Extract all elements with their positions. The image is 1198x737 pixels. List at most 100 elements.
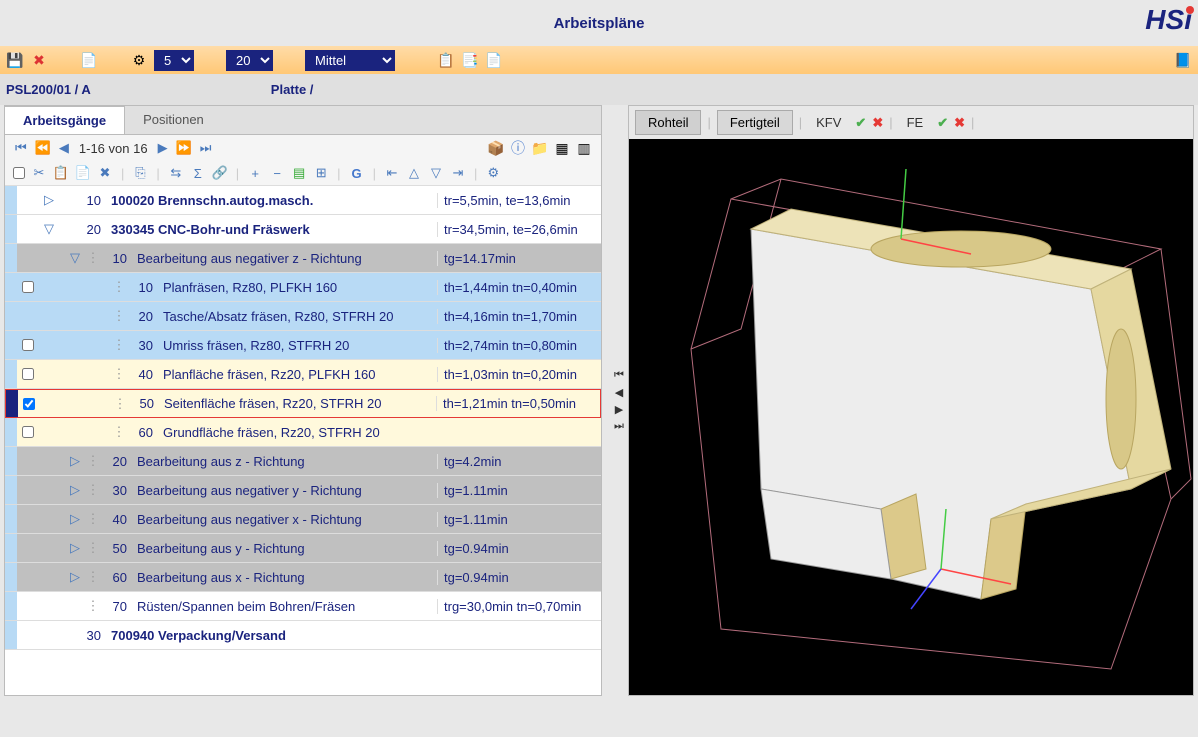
select-size[interactable]: Mittel: [305, 50, 395, 71]
table-row[interactable]: ▽20330345 CNC-Bohr-und Fräswerktr=34,5mi…: [5, 215, 601, 244]
row-menu-icon[interactable]: ⋮: [111, 337, 127, 353]
panel-last-icon[interactable]: ⏭: [614, 420, 624, 433]
table-row[interactable]: ⋮50Seitenfläche fräsen, Rz20, STFRH 20th…: [5, 389, 601, 418]
row-menu-icon[interactable]: ⋮: [85, 482, 101, 498]
table-row[interactable]: ▽⋮10Bearbeitung aus negativer z - Richtu…: [5, 244, 601, 273]
copy-icon[interactable]: 📋: [53, 165, 69, 181]
info-icon[interactable]: ⓘ: [509, 139, 527, 157]
list-icon[interactable]: ▤: [291, 165, 307, 181]
expand-icon[interactable]: ▷: [65, 511, 85, 527]
cube-icon[interactable]: 📦: [487, 139, 505, 157]
save-icon[interactable]: 💾: [6, 51, 24, 69]
row-menu-icon[interactable]: ⋮: [111, 366, 127, 382]
expand-icon[interactable]: ▽: [65, 250, 85, 266]
cut-icon[interactable]: ✂: [31, 165, 47, 181]
up-icon[interactable]: △: [406, 165, 422, 181]
table-row[interactable]: 30700940 Verpackung/Versand: [5, 621, 601, 650]
select-count2[interactable]: 20: [226, 50, 273, 71]
table-row[interactable]: ▷⋮20Bearbeitung aus z - Richtungtg=4.2mi…: [5, 447, 601, 476]
row-checkbox[interactable]: [22, 426, 34, 438]
grid1-icon[interactable]: ▦: [553, 139, 571, 157]
action2-icon[interactable]: ⇆: [168, 165, 184, 181]
sum-icon[interactable]: Σ: [190, 165, 206, 181]
table-row[interactable]: ⋮60Grundfläche fräsen, Rz20, STFRH 20: [5, 418, 601, 447]
prev-icon[interactable]: ◀: [57, 140, 71, 156]
kfv-cross-icon[interactable]: ✖: [872, 115, 883, 131]
copy2-icon[interactable]: 📑: [461, 51, 479, 69]
tab-positions[interactable]: Positionen: [125, 106, 222, 134]
paste-icon[interactable]: 📄: [75, 165, 91, 181]
table-row[interactable]: ▷⋮30Bearbeitung aus negativer y - Richtu…: [5, 476, 601, 505]
delete-icon[interactable]: ✖: [30, 51, 48, 69]
row-menu-icon[interactable]: ⋮: [85, 511, 101, 527]
panel-first-icon[interactable]: ⏮: [614, 369, 624, 382]
fe-cross-icon[interactable]: ✖: [954, 115, 965, 131]
tab-rohteil[interactable]: Rohteil: [635, 110, 701, 135]
help-icon[interactable]: 📘: [1174, 51, 1192, 69]
fe-check-icon[interactable]: ✔: [937, 115, 948, 131]
table-row[interactable]: ▷⋮50Bearbeitung aus y - Richtungtg=0.94m…: [5, 534, 601, 563]
table-row[interactable]: ⋮10Planfräsen, Rz80, PLFKH 160th=1,44min…: [5, 273, 601, 302]
tab-operations[interactable]: Arbeitsgänge: [5, 106, 125, 134]
table-row[interactable]: ▷⋮40Bearbeitung aus negativer x - Richtu…: [5, 505, 601, 534]
row-number: 50: [128, 396, 160, 411]
row-checkbox[interactable]: [22, 368, 34, 380]
delete-row-icon[interactable]: ✖: [97, 165, 113, 181]
kfv-check-icon[interactable]: ✔: [855, 115, 866, 131]
down-icon[interactable]: ▽: [428, 165, 444, 181]
copy1-icon[interactable]: 📋: [437, 51, 455, 69]
prev-fast-icon[interactable]: ⏪: [33, 140, 53, 156]
select-count1[interactable]: 5: [154, 50, 194, 71]
panel-controls: ⏮ ◀ ▶ ⏭: [610, 105, 628, 696]
first-page-icon[interactable]: ⏮: [13, 140, 29, 156]
copy3-icon[interactable]: 📄: [485, 51, 503, 69]
select-all-checkbox[interactable]: [13, 167, 25, 179]
row-menu-icon[interactable]: ⋮: [112, 396, 128, 412]
expand-icon[interactable]: ▷: [65, 482, 85, 498]
row-menu-icon[interactable]: ⋮: [85, 540, 101, 556]
next-icon[interactable]: ▶: [156, 140, 170, 156]
row-menu-icon[interactable]: ⋮: [85, 453, 101, 469]
expand-icon[interactable]: ▷: [65, 453, 85, 469]
next-fast-icon[interactable]: ⏩: [174, 140, 194, 156]
row-menu-icon[interactable]: ⋮: [85, 569, 101, 585]
table-row[interactable]: ⋮30Umriss fräsen, Rz80, STFRH 20th=2,74m…: [5, 331, 601, 360]
plus-icon[interactable]: +: [247, 165, 263, 181]
row-menu-icon[interactable]: ⋮: [111, 308, 127, 324]
expand-icon[interactable]: ▷: [65, 569, 85, 585]
grid2-icon[interactable]: ▥: [575, 139, 593, 157]
pdf-icon[interactable]: 📄: [80, 51, 98, 69]
row-checkbox[interactable]: [22, 281, 34, 293]
row-menu-icon[interactable]: ⋮: [111, 279, 127, 295]
3d-viewport[interactable]: [629, 139, 1193, 695]
align1-icon[interactable]: ⇤: [384, 165, 400, 181]
grid-icon[interactable]: ⊞: [313, 165, 329, 181]
tools-icon[interactable]: ⚙: [130, 51, 148, 69]
action1-icon[interactable]: ⎘: [132, 165, 148, 181]
panel-prev-icon[interactable]: ◀: [615, 386, 623, 399]
table-row[interactable]: ▷10100020 Brennschn.autog.masch.tr=5,5mi…: [5, 186, 601, 215]
row-description: 330345 CNC-Bohr-und Fräswerk: [107, 222, 437, 237]
expand-icon[interactable]: ▷: [65, 540, 85, 556]
table-row[interactable]: ⋮70Rüsten/Spannen beim Bohren/Fräsentrg=…: [5, 592, 601, 621]
expand-icon[interactable]: ▷: [39, 192, 59, 208]
folder-icon[interactable]: 📁: [531, 139, 549, 157]
link-icon[interactable]: 🔗: [212, 165, 228, 181]
settings-icon[interactable]: ⚙: [485, 165, 501, 181]
table-row[interactable]: ⋮20Tasche/Absatz fräsen, Rz80, STFRH 20t…: [5, 302, 601, 331]
row-menu-icon[interactable]: ⋮: [85, 598, 101, 614]
row-checkbox[interactable]: [22, 339, 34, 351]
row-marker: [5, 215, 17, 243]
row-checkbox[interactable]: [23, 398, 35, 410]
last-page-icon[interactable]: ⏭: [198, 140, 214, 156]
minus-icon[interactable]: −: [269, 165, 285, 181]
expand-icon[interactable]: ▽: [39, 221, 59, 237]
row-menu-icon[interactable]: ⋮: [111, 424, 127, 440]
align2-icon[interactable]: ⇥: [450, 165, 466, 181]
row-menu-icon[interactable]: ⋮: [85, 250, 101, 266]
g-icon[interactable]: G: [349, 165, 365, 181]
table-row[interactable]: ⋮40Planfläche fräsen, Rz20, PLFKH 160th=…: [5, 360, 601, 389]
panel-next-icon[interactable]: ▶: [615, 403, 623, 416]
table-row[interactable]: ▷⋮60Bearbeitung aus x - Richtungtg=0.94m…: [5, 563, 601, 592]
tab-fertigteil[interactable]: Fertigteil: [717, 110, 793, 135]
